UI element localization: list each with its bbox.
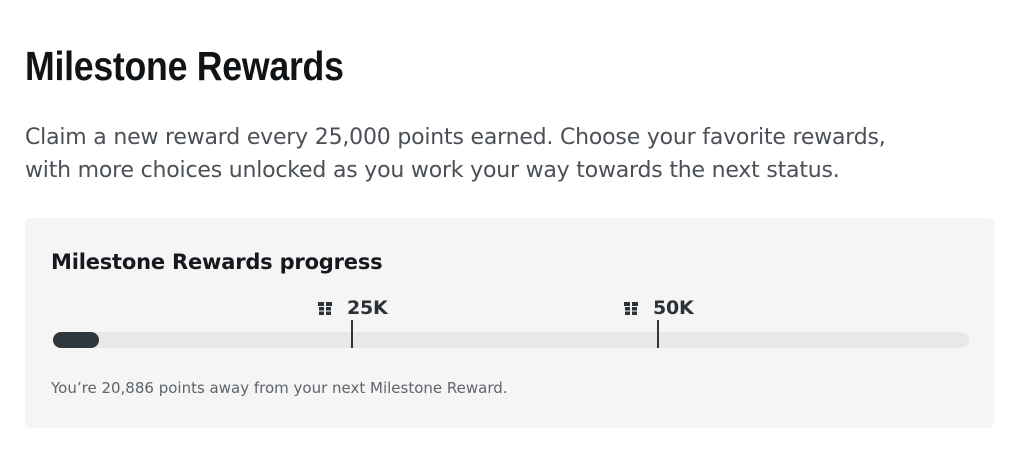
progress-card-title: Milestone Rewards progress xyxy=(51,250,383,274)
milestone-label: 50K xyxy=(653,297,694,319)
gift-icon xyxy=(318,301,332,315)
gift-icon xyxy=(624,301,638,315)
intro-description: Claim a new reward every 25,000 points e… xyxy=(25,121,985,187)
milestone-progress-card: Milestone Rewards progress 25K 50K You’r… xyxy=(25,218,994,428)
progress-fill xyxy=(53,332,99,348)
intro-line: with more choices unlocked as you work y… xyxy=(25,158,840,183)
milestone-marker-25k: 25K xyxy=(318,296,388,320)
page-title: Milestone Rewards xyxy=(25,43,344,89)
milestone-marker-50k: 50K xyxy=(624,296,694,320)
progress-track xyxy=(53,332,969,348)
milestone-tick-50k xyxy=(657,320,659,348)
milestone-tick-25k xyxy=(351,320,353,348)
intro-line: Claim a new reward every 25,000 points e… xyxy=(25,125,886,150)
points-remaining-message: You’re 20,886 points away from your next… xyxy=(51,379,508,397)
milestone-label: 25K xyxy=(347,297,388,319)
